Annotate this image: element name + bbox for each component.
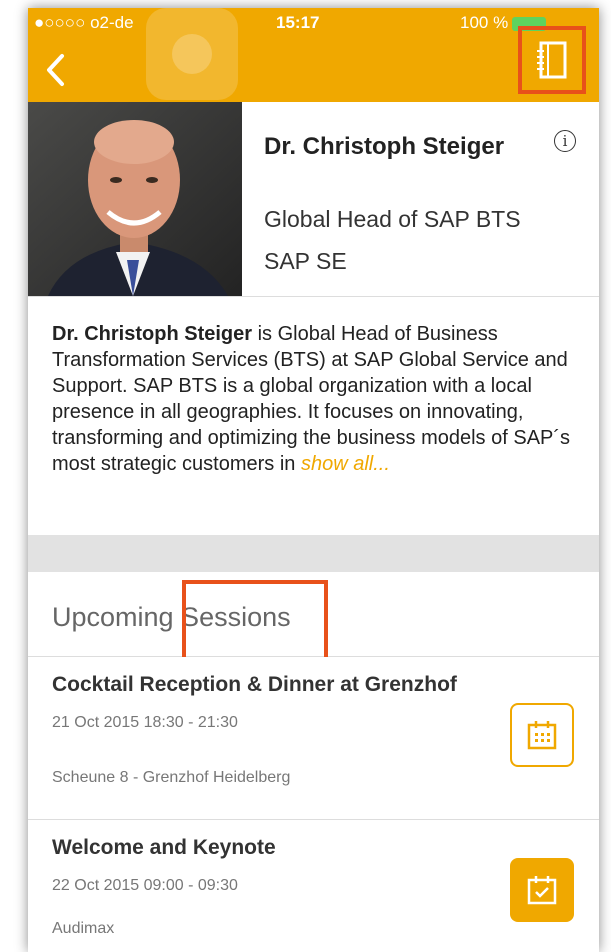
speaker-title: Global Head of SAP BTS <box>264 206 521 232</box>
session-title: Welcome and Keynote <box>52 836 276 859</box>
chevron-left-icon <box>47 54 64 86</box>
calendar-check-icon <box>527 876 557 905</box>
session-item[interactable]: Cocktail Reception & Dinner at Grenzhof … <box>28 657 599 820</box>
session-location: Scheune 8 - Grenzhof Heidelberg <box>52 769 291 786</box>
show-all-link[interactable]: show all... <box>301 453 390 475</box>
speaker-bio: Dr. Christoph Steiger is Global Head of … <box>28 297 599 535</box>
clock: 15:17 <box>276 13 320 32</box>
bio-text: Dr. Christoph Steiger is Global Head of … <box>52 321 582 477</box>
section-divider <box>28 535 599 572</box>
speaker-name: Dr. Christoph Steiger <box>264 133 505 160</box>
add-to-calendar-button[interactable] <box>510 703 574 767</box>
speaker-header: Dr. Christoph Steiger Global Head of SAP… <box>28 102 599 297</box>
back-button[interactable] <box>42 52 70 88</box>
session-item[interactable]: Welcome and Keynote 22 Oct 2015 09:00 - … <box>28 820 599 952</box>
battery-percent: 100 % <box>460 13 509 32</box>
app-screen: ●○○○○ o2-de 15:17 100 % Dr. Christoph St… <box>28 8 599 952</box>
added-to-calendar-button[interactable] <box>510 858 574 922</box>
sessions-highlight-annotation <box>182 580 328 662</box>
address-book-icon <box>537 41 567 79</box>
speaker-company: SAP SE <box>264 248 347 274</box>
carrier-label: ●○○○○ o2-de <box>34 13 134 32</box>
calendar-icon <box>527 721 557 750</box>
bio-name: Dr. Christoph Steiger <box>52 323 253 345</box>
assistive-touch-overlay[interactable] <box>146 8 238 100</box>
navigation-bar: ●○○○○ o2-de 15:17 100 % <box>28 8 599 102</box>
status-bar: ●○○○○ o2-de 15:17 100 % <box>28 8 599 36</box>
session-time: 21 Oct 2015 18:30 - 21:30 <box>52 714 238 731</box>
address-book-button[interactable] <box>518 26 586 94</box>
session-time: 22 Oct 2015 09:00 - 09:30 <box>52 877 238 894</box>
session-location: Audimax <box>52 920 115 937</box>
info-icon[interactable]: i <box>554 130 576 152</box>
session-title: Cocktail Reception & Dinner at Grenzhof <box>52 673 457 696</box>
speaker-photo <box>28 102 242 296</box>
